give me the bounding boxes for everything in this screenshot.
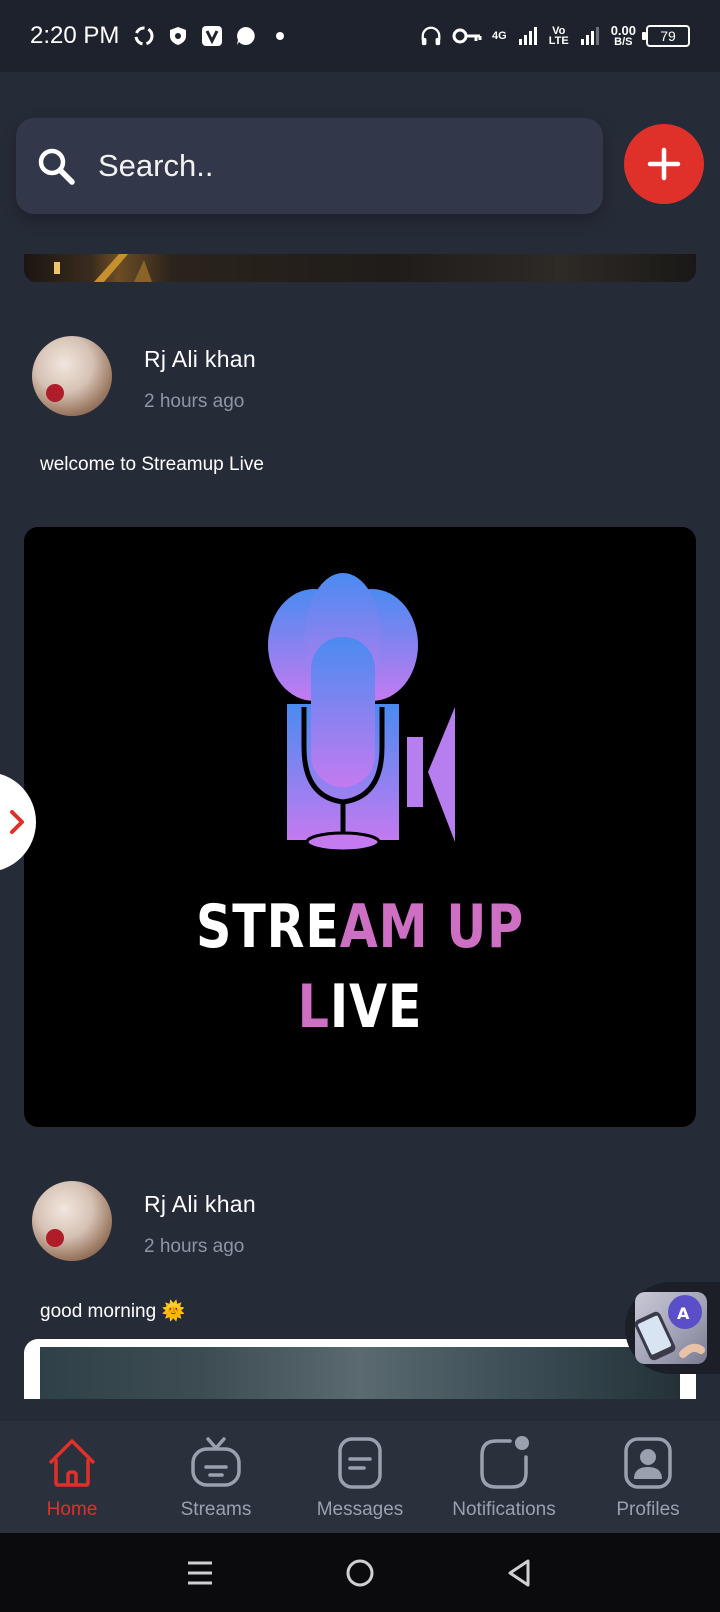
profile-icon xyxy=(624,1437,672,1489)
nav-profiles[interactable]: Profiles xyxy=(576,1421,720,1533)
notification-icon xyxy=(480,1436,529,1489)
nav-label-profiles: Profiles xyxy=(616,1499,680,1520)
logo-title-line2: LIVE xyxy=(84,972,635,1042)
avatar[interactable] xyxy=(32,1181,112,1261)
previous-post-image[interactable] xyxy=(24,254,696,282)
system-navigation-bar xyxy=(0,1533,720,1612)
post-text: welcome to Streamup Live xyxy=(40,454,264,475)
status-notification-icons xyxy=(133,25,291,47)
post-text: good morning 🌞 xyxy=(40,1301,186,1322)
floating-translate-button[interactable]: A xyxy=(625,1282,720,1374)
post-image[interactable] xyxy=(24,1339,696,1399)
search-placeholder: Search.. xyxy=(98,148,214,183)
chat-bubble-icon xyxy=(235,25,257,47)
post-author[interactable]: Rj Ali khan xyxy=(144,1191,256,1218)
post-time: 2 hours ago xyxy=(144,1236,245,1257)
status-bar: 2:20 PM 4G Vo LTE 0.00 B/S 79 xyxy=(0,0,720,72)
shield-icon xyxy=(167,25,189,47)
back-icon[interactable] xyxy=(504,1557,536,1589)
post-header[interactable]: Rj Ali khan 2 hours ago xyxy=(32,336,256,416)
signal-icon xyxy=(517,25,539,47)
headphones-icon xyxy=(420,25,442,47)
status-system-icons: 4G Vo LTE 0.00 B/S 79 xyxy=(420,24,690,48)
post-image-content xyxy=(40,1347,680,1399)
network-type: 4G xyxy=(492,30,507,42)
net-speed: 0.00 B/S xyxy=(611,24,636,48)
status-time: 2:20 PM xyxy=(30,22,120,49)
nav-notifications[interactable]: Notifications xyxy=(432,1421,576,1533)
v-app-icon xyxy=(201,25,223,47)
nav-label-streams: Streams xyxy=(180,1499,252,1520)
svg-text:A: A xyxy=(677,1304,690,1323)
bottom-navigation: Home Streams Messages Notifications Prof… xyxy=(0,1421,720,1533)
chevron-right-icon xyxy=(10,810,24,834)
logo-text-pink-2: L xyxy=(297,972,330,1042)
post-feed[interactable]: Rj Ali khan 2 hours ago welcome to Strea… xyxy=(0,246,720,1421)
recents-icon[interactable] xyxy=(184,1557,216,1589)
post-author[interactable]: Rj Ali khan xyxy=(144,346,256,373)
volte-bottom: LTE xyxy=(548,35,569,47)
search-icon xyxy=(38,148,75,185)
add-post-button[interactable] xyxy=(624,124,704,204)
nav-label-messages: Messages xyxy=(316,1499,404,1520)
sync-icon xyxy=(133,25,155,47)
avatar[interactable] xyxy=(32,336,112,416)
home-icon xyxy=(48,1439,96,1487)
nav-streams[interactable]: Streams xyxy=(144,1421,288,1533)
logo-text-pink: AM UP xyxy=(339,892,525,962)
app-screen: 2:20 PM 4G Vo LTE 0.00 B/S 79 Search.. R… xyxy=(0,0,720,1612)
plus-icon xyxy=(647,147,681,181)
post-time: 2 hours ago xyxy=(144,391,245,412)
post-meta: Rj Ali khan 2 hours ago xyxy=(144,336,256,413)
net-speed-unit: B/S xyxy=(614,35,633,48)
nav-label-home: Home xyxy=(46,1499,98,1520)
nav-label-notifications: Notifications xyxy=(452,1499,556,1520)
previous-image-content xyxy=(54,254,152,282)
logo-title-line1: STREAM UP xyxy=(84,892,635,962)
signal-icon-2 xyxy=(579,25,601,47)
translate-app-icon: A xyxy=(635,1292,707,1364)
volte-indicator: Vo LTE xyxy=(548,26,569,47)
dot-icon xyxy=(269,25,291,47)
nav-home[interactable]: Home xyxy=(0,1421,144,1533)
post-meta: Rj Ali khan 2 hours ago xyxy=(144,1181,256,1258)
tv-icon xyxy=(191,1437,241,1487)
logo-text-white: STRE xyxy=(195,892,340,962)
nav-messages[interactable]: Messages xyxy=(288,1421,432,1533)
key-icon xyxy=(452,25,482,47)
home-circle-icon[interactable] xyxy=(344,1557,376,1589)
battery-indicator: 79 xyxy=(642,25,690,47)
logo-text-white-2: IVE xyxy=(329,972,423,1042)
search-input[interactable]: Search.. xyxy=(16,118,603,214)
post-header[interactable]: Rj Ali khan 2 hours ago xyxy=(32,1181,256,1261)
message-icon xyxy=(338,1437,382,1489)
post-image[interactable]: STREAM UP LIVE xyxy=(24,527,696,1127)
